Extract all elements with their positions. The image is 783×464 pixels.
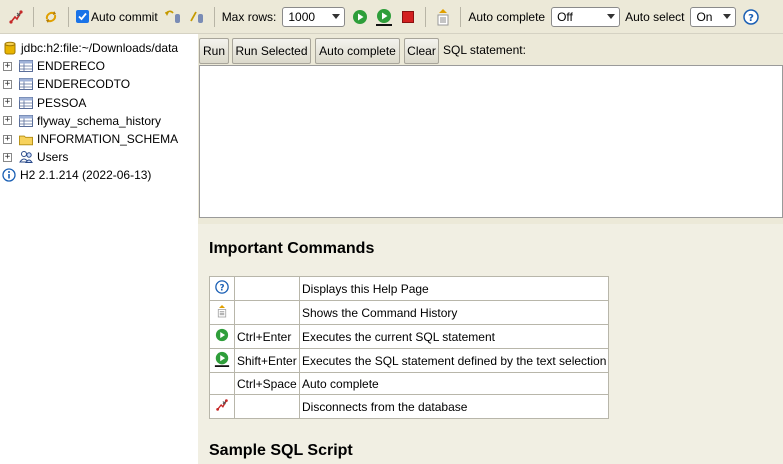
auto-select-select[interactable]: On xyxy=(690,6,737,27)
table-row: Shows the Command History xyxy=(209,300,610,325)
command-key xyxy=(234,276,300,301)
max-rows-label: Max rows: xyxy=(221,9,277,24)
table-icon xyxy=(19,114,33,128)
expand-icon[interactable]: + xyxy=(3,98,12,108)
users-label: Users xyxy=(37,150,69,165)
table-icon xyxy=(19,96,33,110)
table-icon xyxy=(19,59,33,73)
command-key: Ctrl+Enter xyxy=(234,324,300,349)
query-panel: Run Run Selected Auto complete Clear SQL… xyxy=(198,34,783,224)
table-row: Shift+Enter Executes the SQL statement d… xyxy=(209,348,610,373)
command-description: Shows the Command History xyxy=(298,300,610,325)
history-icon[interactable] xyxy=(434,8,452,26)
command-key xyxy=(234,394,300,419)
command-description: Displays this Help Page xyxy=(298,276,610,301)
auto-commit-label: Auto commit xyxy=(91,9,158,24)
help-title: Important Commands xyxy=(209,240,375,257)
commands-table: ? Displays this Help Page Shows the Comm… xyxy=(209,276,610,419)
command-description: Executes the SQL statement defined by th… xyxy=(298,348,610,373)
sql-input[interactable] xyxy=(199,65,783,218)
chevron-down-icon xyxy=(723,14,732,19)
command-key xyxy=(234,300,300,325)
tree-schema[interactable]: + INFORMATION_SCHEMA xyxy=(3,130,198,148)
run-selected-icon[interactable] xyxy=(375,8,393,26)
command-description: Auto complete xyxy=(298,372,610,395)
help-icon: ? xyxy=(215,280,229,297)
command-description: Executes the current SQL statement xyxy=(298,324,610,349)
tree-table[interactable]: + PESSOA xyxy=(3,94,198,112)
chevron-down-icon xyxy=(332,14,341,19)
toolbar: Auto commit Max rows: 1000 Auto complete… xyxy=(0,0,783,34)
tree-table[interactable]: + flyway_schema_history xyxy=(3,112,198,130)
auto-commit-checkbox[interactable] xyxy=(76,10,89,23)
expand-icon[interactable]: + xyxy=(3,116,12,126)
command-key: Shift+Enter xyxy=(234,348,300,373)
tree-connection[interactable]: jdbc:h2:file:~/Downloads/data xyxy=(3,39,198,57)
table-icon xyxy=(19,77,33,91)
expand-icon[interactable]: + xyxy=(3,79,12,89)
database-icon xyxy=(3,41,17,55)
table-row: Ctrl+Space Auto complete xyxy=(209,372,610,395)
help-panel: Important Commands ? Displays this Help … xyxy=(198,224,783,464)
toolbar-separator xyxy=(425,6,427,27)
auto-select-label: Auto select xyxy=(625,9,685,24)
help-icon[interactable]: ? xyxy=(742,8,760,26)
connection-url: jdbc:h2:file:~/Downloads/data xyxy=(21,41,179,56)
tree-users[interactable]: + Users xyxy=(3,148,198,166)
chevron-down-icon xyxy=(607,14,616,19)
expand-icon[interactable]: + xyxy=(3,152,12,162)
info-icon xyxy=(2,168,16,183)
toolbar-separator xyxy=(213,6,215,27)
table-row: Disconnects from the database xyxy=(209,394,610,419)
rollback-icon[interactable] xyxy=(164,8,182,26)
table-name: PESSOA xyxy=(37,95,87,110)
expand-icon[interactable]: + xyxy=(3,61,12,71)
toolbar-separator xyxy=(460,6,462,27)
commit-icon[interactable] xyxy=(188,8,206,26)
toolbar-separator xyxy=(33,6,34,27)
run-selected-icon xyxy=(214,351,230,370)
schema-tree: jdbc:h2:file:~/Downloads/data + ENDERECO… xyxy=(0,39,198,464)
run-selected-button[interactable]: Run Selected xyxy=(232,38,311,64)
max-rows-value: 1000 xyxy=(288,9,316,24)
auto-complete-value: Off xyxy=(557,9,573,24)
table-row: ? Displays this Help Page xyxy=(209,276,610,301)
history-icon xyxy=(216,305,228,322)
users-icon xyxy=(19,150,33,164)
stop-icon[interactable] xyxy=(399,8,417,26)
disconnect-icon[interactable] xyxy=(7,8,25,26)
auto-complete-select[interactable]: Off xyxy=(551,6,621,27)
table-name: flyway_schema_history xyxy=(37,113,162,128)
auto-complete-button[interactable]: Auto complete xyxy=(315,38,400,64)
sql-statement-label: SQL statement: xyxy=(443,43,526,57)
schema-name: INFORMATION_SCHEMA xyxy=(37,132,179,147)
run-icon xyxy=(215,328,229,345)
table-name: ENDERECODTO xyxy=(37,77,131,92)
version-label: H2 2.1.214 (2022-06-13) xyxy=(20,168,152,183)
table-row: Ctrl+Enter Executes the current SQL stat… xyxy=(209,324,610,349)
command-description: Disconnects from the database xyxy=(298,394,610,419)
auto-select-value: On xyxy=(696,9,713,24)
svg-text:?: ? xyxy=(749,13,755,24)
sample-sql-title: Sample SQL Script xyxy=(209,442,353,459)
command-key: Ctrl+Space xyxy=(234,372,300,395)
table-name: ENDERECO xyxy=(37,59,106,74)
disconnect-icon xyxy=(215,399,229,415)
folder-icon xyxy=(19,132,33,146)
expand-icon[interactable]: + xyxy=(3,134,12,144)
max-rows-select[interactable]: 1000 xyxy=(282,6,346,27)
refresh-icon[interactable] xyxy=(42,8,60,26)
toolbar-separator xyxy=(68,6,69,27)
run-icon[interactable] xyxy=(351,8,369,26)
tree-table[interactable]: + ENDERECO xyxy=(3,57,198,75)
tree-version: H2 2.1.214 (2022-06-13) xyxy=(2,166,198,184)
auto-complete-label: Auto complete xyxy=(468,9,546,24)
svg-text:?: ? xyxy=(219,284,224,294)
tree-table[interactable]: + ENDERECODTO xyxy=(3,75,198,93)
run-button[interactable]: Run xyxy=(199,38,229,64)
clear-button[interactable]: Clear xyxy=(404,38,439,64)
